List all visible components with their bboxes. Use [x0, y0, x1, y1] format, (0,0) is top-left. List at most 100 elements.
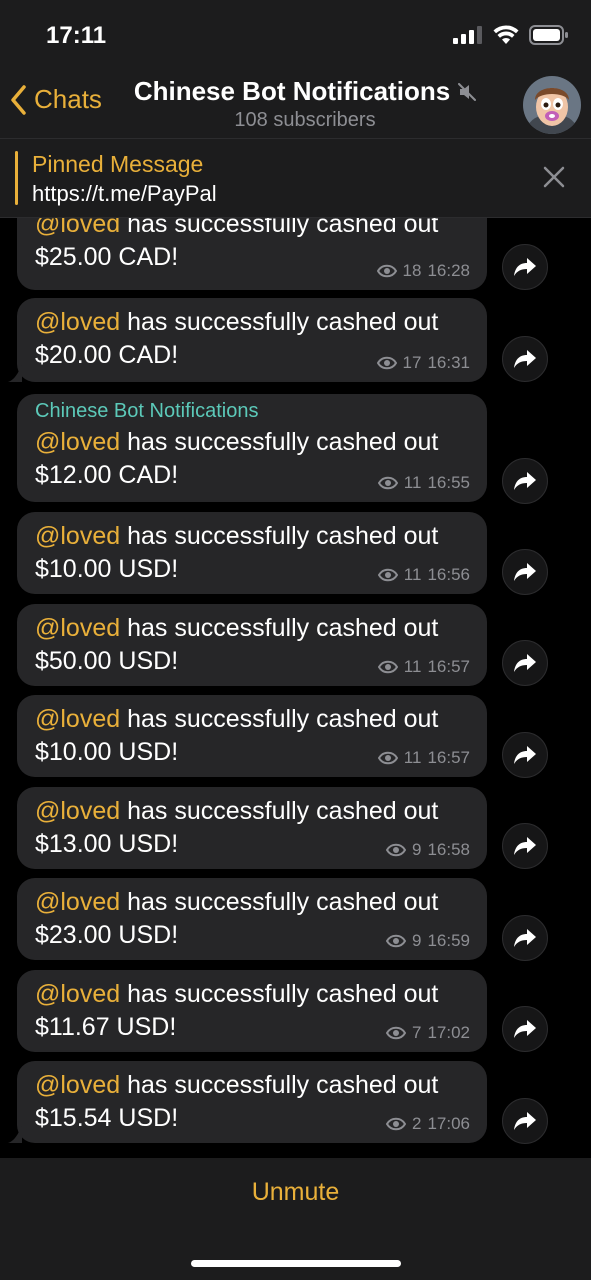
- message-meta: 11 16:55: [377, 473, 470, 493]
- message-bubble[interactable]: @loved has successfully cashed out $25.0…: [17, 218, 487, 290]
- view-count: 11: [403, 748, 422, 767]
- share-button[interactable]: [502, 244, 548, 290]
- mention-link[interactable]: @loved: [35, 218, 120, 238]
- eye-icon: [377, 751, 398, 765]
- eye-icon: [377, 568, 398, 582]
- header-center[interactable]: Chinese Bot Notifications 108 subscriber…: [110, 76, 500, 132]
- view-count: 18: [402, 261, 422, 280]
- avatar[interactable]: [523, 76, 581, 134]
- eye-icon: [385, 1026, 406, 1040]
- message-amount: $12.00 CAD!: [35, 461, 179, 489]
- message-time: 16:57: [427, 657, 470, 676]
- message-amount: $20.00 CAD!: [35, 341, 179, 369]
- wifi-icon: [493, 25, 519, 44]
- message-amount: $50.00 USD!: [35, 647, 179, 675]
- share-button[interactable]: [502, 458, 548, 504]
- signal-icon: [453, 26, 482, 44]
- message-bubble[interactable]: @loved has successfully cashed out $15.5…: [8, 1061, 487, 1143]
- message-list[interactable]: @loved has successfully cashed out $25.0…: [0, 218, 591, 1158]
- message-time: 16:55: [427, 473, 470, 492]
- eye-icon: [385, 1117, 406, 1131]
- bottom-bar: Unmute: [0, 1158, 591, 1280]
- view-count: 9: [411, 931, 422, 950]
- message-time: 16:59: [427, 931, 470, 950]
- eye-icon: [377, 476, 398, 490]
- message-text: @loved has successfully cashed out: [35, 1071, 439, 1099]
- share-icon: [514, 563, 536, 581]
- message-text: @loved has successfully cashed out: [35, 980, 439, 1008]
- message-meta: 9 16:59: [385, 931, 470, 951]
- pinned-link: https://t.me/PayPal: [32, 181, 217, 206]
- mention-link[interactable]: @loved: [35, 888, 120, 916]
- mention-link[interactable]: @loved: [35, 797, 120, 825]
- message-bubble[interactable]: @loved has successfully cashed out $10.0…: [17, 695, 487, 777]
- message-bubble[interactable]: @loved has successfully cashed out $20.0…: [8, 298, 487, 382]
- message-bubble[interactable]: Chinese Bot Notifications @loved has suc…: [17, 394, 487, 502]
- message-amount: $25.00 CAD!: [35, 243, 179, 271]
- message-text: @loved has successfully cashed out: [35, 614, 439, 642]
- message-time: 16:28: [427, 261, 470, 280]
- message-amount: $11.67 USD!: [35, 1013, 177, 1041]
- share-button[interactable]: [502, 915, 548, 961]
- mention-link[interactable]: @loved: [35, 980, 120, 1008]
- message-amount: $13.00 USD!: [35, 830, 179, 858]
- share-button[interactable]: [502, 549, 548, 595]
- share-icon: [514, 1020, 536, 1038]
- message-text: @loved has successfully cashed out: [35, 218, 438, 239]
- message-bubble[interactable]: @loved has successfully cashed out $10.0…: [17, 512, 487, 594]
- mention-link[interactable]: @loved: [35, 308, 120, 336]
- chevron-left-icon: [11, 84, 26, 115]
- message-text: @loved has successfully cashed out: [35, 522, 439, 550]
- message-bubble[interactable]: @loved has successfully cashed out $50.0…: [17, 604, 487, 686]
- share-icon: [514, 350, 536, 368]
- share-button[interactable]: [502, 732, 548, 778]
- battery-icon: [529, 25, 568, 45]
- message-meta: 2 17:06: [385, 1114, 470, 1134]
- message-bubble[interactable]: @loved has successfully cashed out $13.0…: [17, 787, 487, 869]
- message-bubble[interactable]: @loved has successfully cashed out $23.0…: [17, 878, 487, 960]
- bubble-tail: [8, 364, 22, 382]
- message-meta: 11 16:57: [377, 748, 470, 768]
- share-button[interactable]: [502, 640, 548, 686]
- home-indicator[interactable]: [191, 1260, 401, 1267]
- mention-link[interactable]: @loved: [35, 1071, 120, 1099]
- message-meta: 17 16:31: [376, 353, 470, 373]
- mention-link[interactable]: @loved: [35, 705, 120, 733]
- message-meta: 7 17:02: [385, 1023, 470, 1043]
- eye-icon: [376, 264, 397, 278]
- message-amount: $23.00 USD!: [35, 921, 179, 949]
- message-time: 17:06: [427, 1114, 470, 1133]
- unmute-button[interactable]: Unmute: [0, 1178, 591, 1207]
- message-bubble[interactable]: @loved has successfully cashed out $11.6…: [17, 970, 487, 1052]
- share-button[interactable]: [502, 823, 548, 869]
- message-meta: 11 16:57: [377, 657, 470, 677]
- mention-link[interactable]: @loved: [35, 614, 120, 642]
- back-label: Chats: [34, 84, 102, 114]
- message-time: 16:56: [427, 565, 470, 584]
- message-text: @loved has successfully cashed out: [35, 705, 439, 733]
- share-button[interactable]: [502, 1098, 548, 1144]
- view-count: 2: [411, 1114, 422, 1133]
- share-button[interactable]: [502, 1006, 548, 1052]
- channel-title: Chinese Bot Notifications: [133, 76, 451, 106]
- share-icon: [514, 472, 536, 490]
- message-text: @loved has successfully cashed out: [35, 797, 439, 825]
- muted-speaker-icon: [458, 82, 477, 101]
- view-count: 17: [402, 353, 422, 372]
- message-amount: $15.54 USD!: [35, 1104, 179, 1132]
- message-time: 16:58: [427, 840, 470, 859]
- message-meta: 9 16:58: [385, 840, 470, 860]
- status-time: 17:11: [46, 22, 107, 49]
- message-author[interactable]: Chinese Bot Notifications: [35, 400, 258, 423]
- back-button[interactable]: Chats: [10, 84, 102, 115]
- share-button[interactable]: [502, 336, 548, 382]
- view-count: 9: [411, 840, 422, 859]
- view-count: 7: [411, 1023, 422, 1042]
- mention-link[interactable]: @loved: [35, 522, 120, 550]
- share-icon: [514, 258, 536, 276]
- mention-link[interactable]: @loved: [35, 428, 120, 456]
- close-icon[interactable]: [543, 166, 565, 188]
- subscriber-count: 108 subscribers: [234, 109, 376, 131]
- pinned-message[interactable]: Pinned Message https://t.me/PayPal: [0, 138, 591, 218]
- message-text: @loved has successfully cashed out: [35, 428, 439, 456]
